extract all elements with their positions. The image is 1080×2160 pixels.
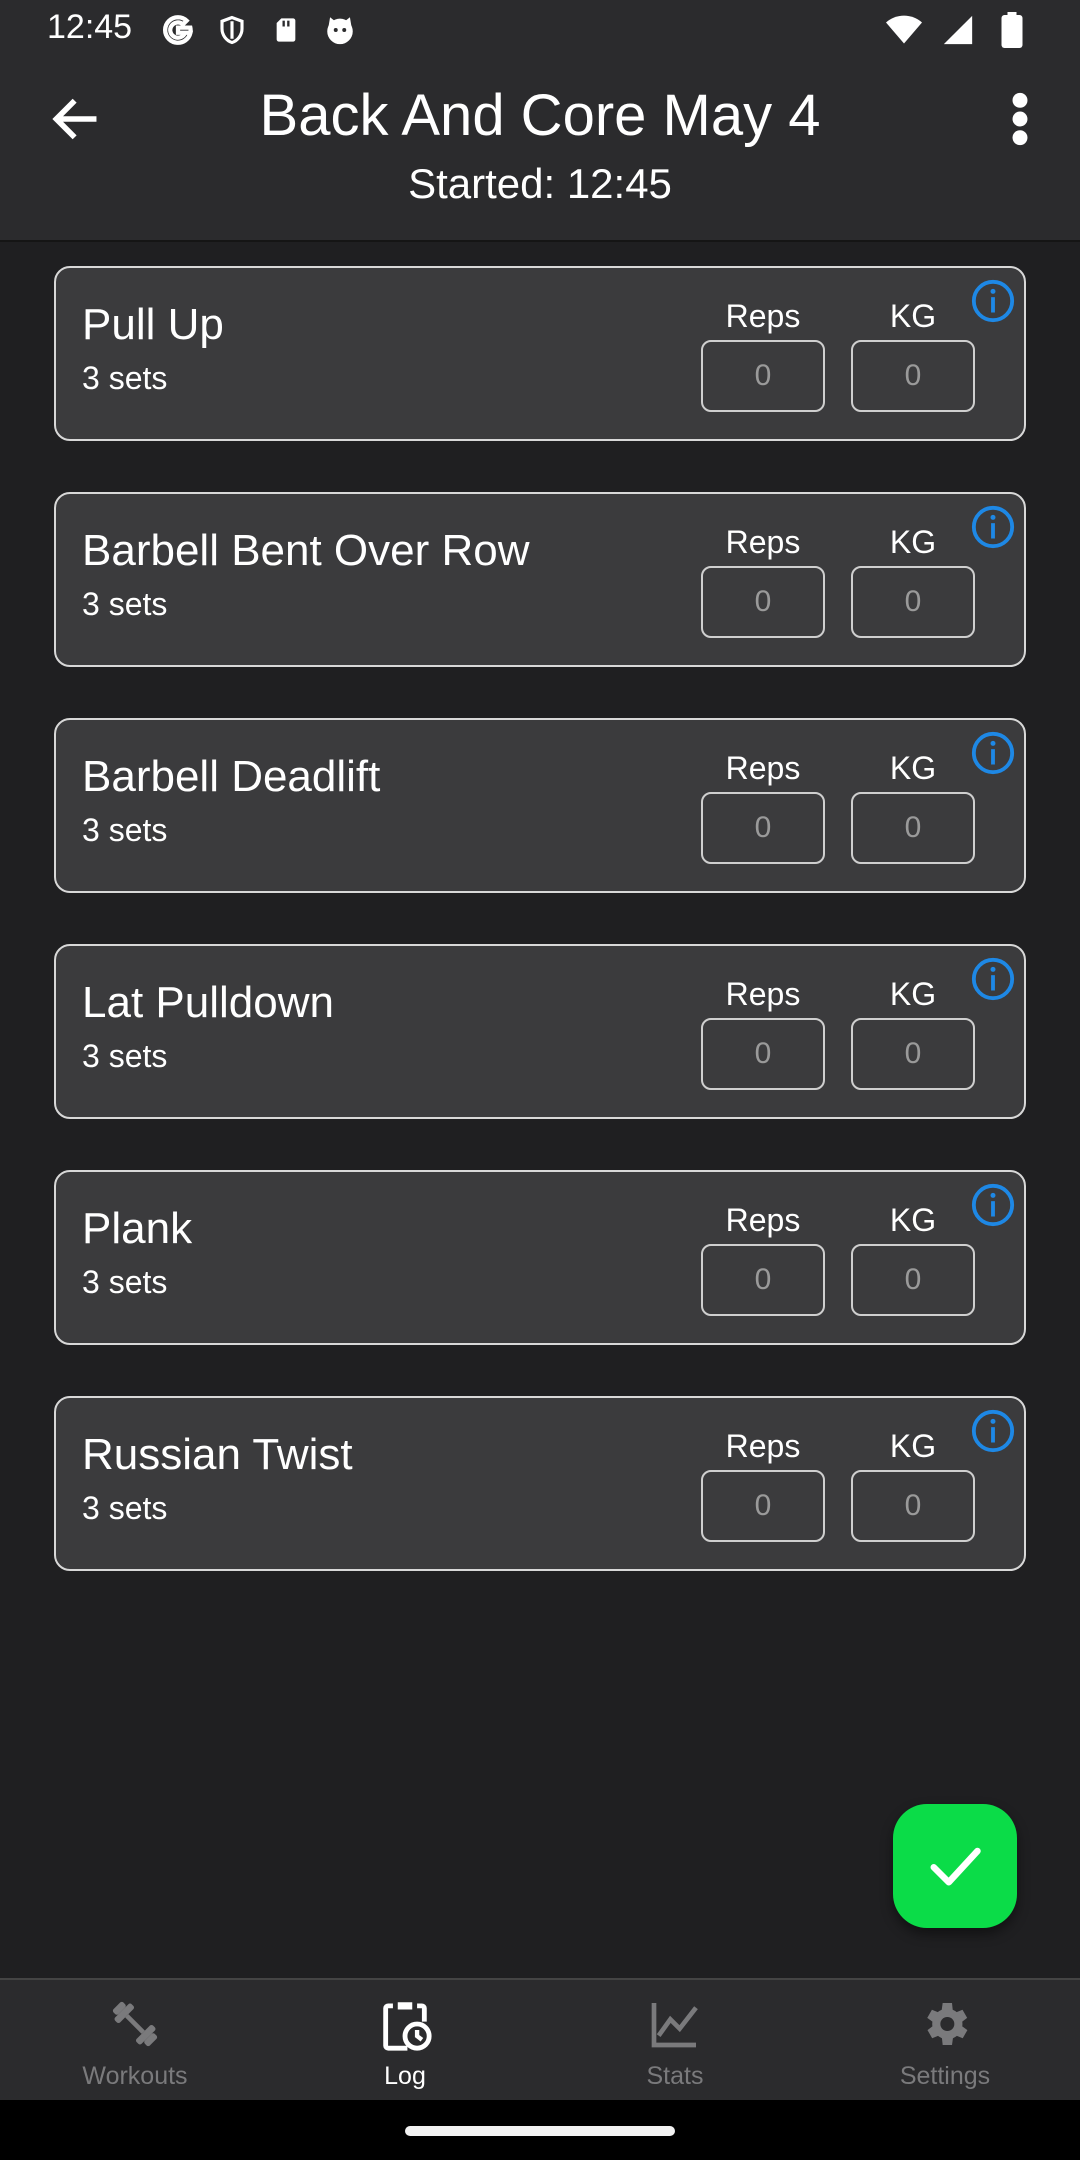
exercise-sets: 3 sets [82,812,168,848]
kg-input[interactable] [851,1470,975,1542]
reps-label: Reps [725,524,801,560]
nav-stats[interactable]: Stats [540,1980,810,2102]
info-icon [971,279,1015,323]
exercise-sets: 3 sets [82,1264,168,1300]
reps-label: Reps [725,1428,801,1464]
kg-input[interactable] [851,566,975,638]
exercise-name: Pull Up [82,300,224,349]
exercise-info-button[interactable] [970,504,1016,550]
exercise-card[interactable]: Pull Up 3 sets Reps KG [54,266,1026,441]
reps-input[interactable] [701,1244,825,1316]
exercise-card[interactable]: Barbell Bent Over Row 3 sets Reps KG [54,492,1026,667]
sd-card-icon [268,12,304,48]
exercise-list: Pull Up 3 sets Reps KG Barbell Bent Over… [54,266,1026,1622]
reps-label: Reps [725,1202,801,1238]
kg-input[interactable] [851,792,975,864]
kg-label: KG [889,976,937,1012]
kg-input[interactable] [851,1018,975,1090]
nav-settings[interactable]: Settings [810,1980,1080,2102]
reps-label: Reps [725,976,801,1012]
exercise-sets: 3 sets [82,586,168,622]
nav-label: Workouts [82,2062,188,2090]
shield-icon [214,12,250,48]
nav-log[interactable]: Log [270,1980,540,2102]
exercise-card[interactable]: Barbell Deadlift 3 sets Reps KG [54,718,1026,893]
exercise-sets: 3 sets [82,360,168,396]
reps-label: Reps [725,298,801,334]
exercise-name: Russian Twist [82,1430,353,1479]
info-icon [971,505,1015,549]
reps-input[interactable] [701,1470,825,1542]
kg-input[interactable] [851,340,975,412]
google-icon [160,12,196,48]
exercise-sets: 3 sets [82,1490,168,1526]
kg-label: KG [889,1428,937,1464]
wifi-icon [886,12,922,48]
exercise-name: Barbell Deadlift [82,752,381,801]
exercise-info-button[interactable] [970,1182,1016,1228]
battery-icon [994,12,1030,48]
exercise-card[interactable]: Lat Pulldown 3 sets Reps KG [54,944,1026,1119]
kg-label: KG [889,750,937,786]
status-notification-icons [160,12,358,48]
nav-workouts[interactable]: Workouts [0,1980,270,2102]
exercise-name: Barbell Bent Over Row [82,526,530,575]
kg-label: KG [889,1202,937,1238]
exercise-name: Lat Pulldown [82,978,334,1027]
reps-input[interactable] [701,792,825,864]
started-time: Started: 12:45 [408,160,672,207]
gesture-navigation-area [0,2100,1080,2160]
home-gesture-handle[interactable] [405,2126,675,2136]
info-icon [971,731,1015,775]
dumbbell-icon [105,1994,165,2054]
finish-workout-button[interactable] [893,1804,1017,1928]
reps-input[interactable] [701,566,825,638]
exercise-card[interactable]: Russian Twist 3 sets Reps KG [54,1396,1026,1571]
info-icon [971,1183,1015,1227]
exercise-card[interactable]: Plank 3 sets Reps KG [54,1170,1026,1345]
status-system-icons [886,12,1030,48]
kg-label: KG [889,524,937,560]
reps-input[interactable] [701,340,825,412]
bottom-navigation: Workouts Log Stats Settings [0,1978,1080,2102]
exercise-info-button[interactable] [970,1408,1016,1454]
more-vert-icon [1012,92,1028,146]
clipboard-clock-icon [375,1994,435,2054]
exercise-info-button[interactable] [970,730,1016,776]
overflow-menu-button[interactable] [990,84,1050,154]
kg-label: KG [889,298,937,334]
exercise-name: Plank [82,1204,193,1253]
kg-input[interactable] [851,1244,975,1316]
app-bar: Back And Core May 4 Started: 12:45 [0,62,1080,242]
exercise-info-button[interactable] [970,278,1016,324]
reps-input[interactable] [701,1018,825,1090]
exercise-sets: 3 sets [82,1038,168,1074]
status-bar: 12:45 [0,0,1080,62]
status-time: 12:45 [47,8,133,46]
line-chart-icon [645,1994,705,2054]
info-icon [971,957,1015,1001]
nav-label: Settings [899,2062,991,2090]
reps-label: Reps [725,750,801,786]
gear-icon [915,1994,975,2054]
page-title: Back And Core May 4 [259,83,821,148]
nav-label: Stats [646,2062,704,2090]
signal-icon [940,12,976,48]
nav-label: Log [384,2062,426,2090]
check-icon [930,1847,981,1886]
info-icon [971,1409,1015,1453]
exercise-info-button[interactable] [970,956,1016,1002]
cat-face-icon [322,12,358,48]
